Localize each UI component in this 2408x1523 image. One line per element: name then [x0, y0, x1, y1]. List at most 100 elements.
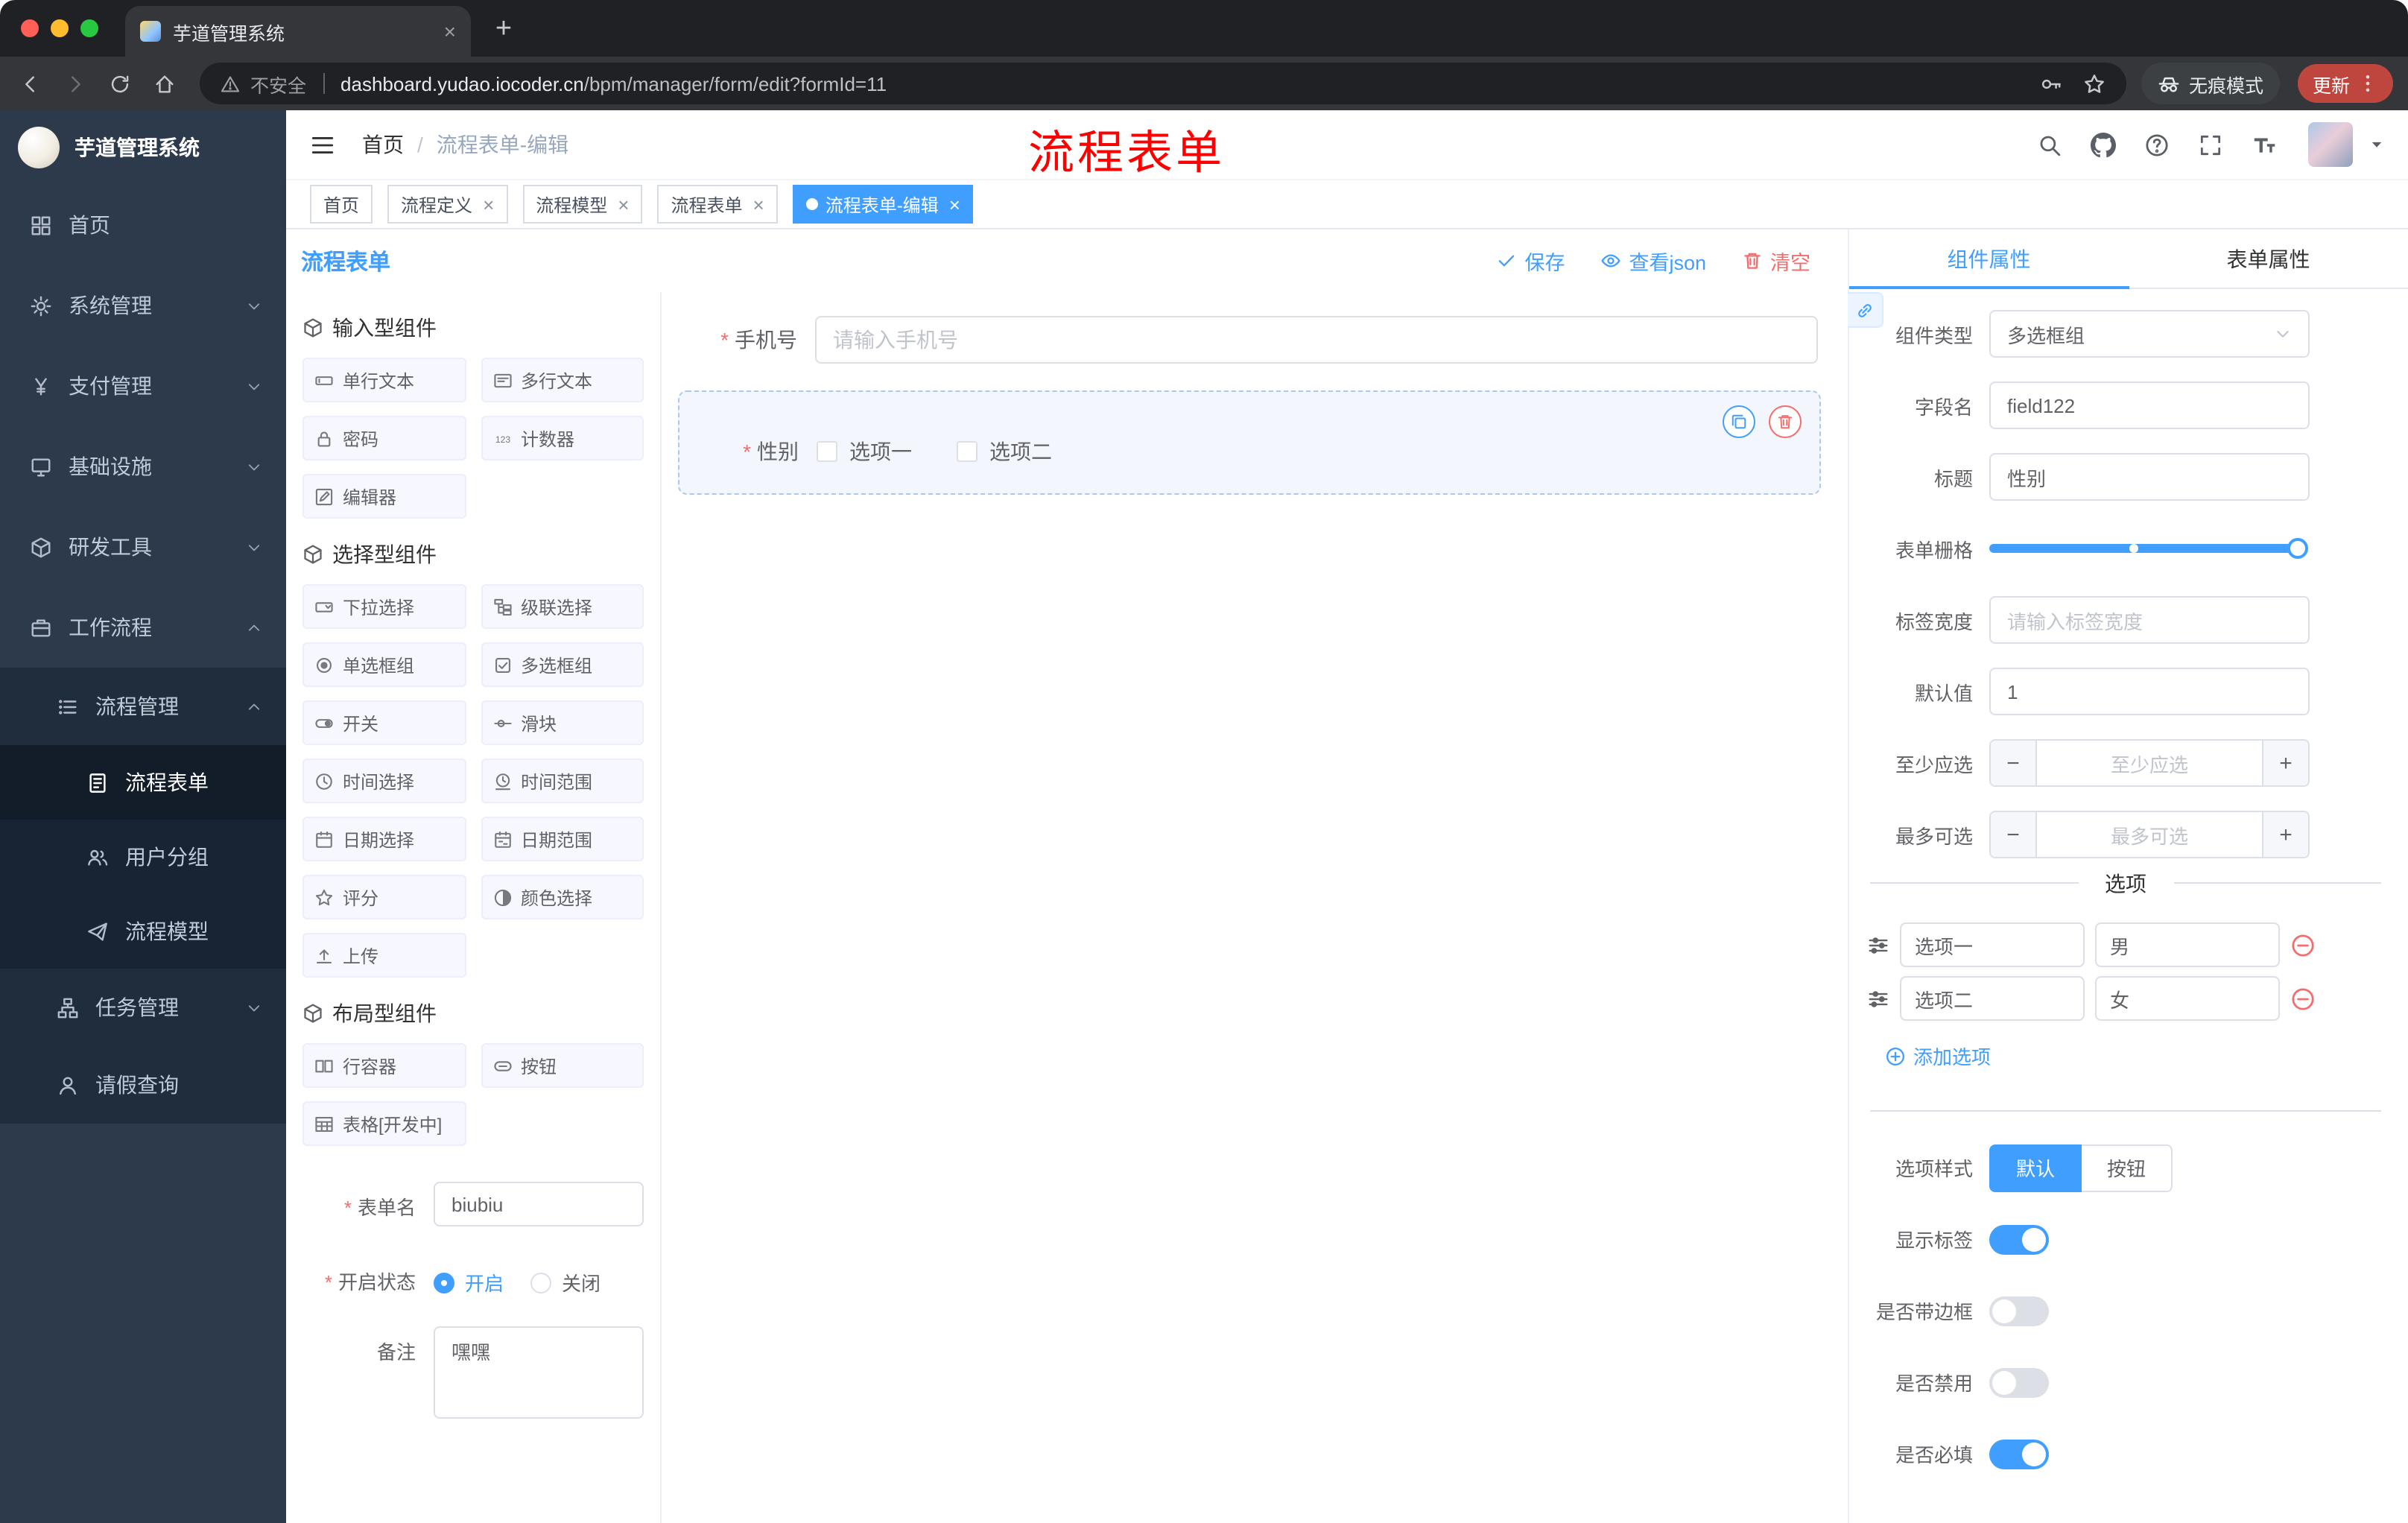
component-item-counter[interactable]: 123 计数器: [481, 416, 644, 460]
component-item-editor[interactable]: 编辑器: [302, 474, 466, 519]
forward-button[interactable]: [54, 63, 95, 104]
style-button-button[interactable]: 按钮: [2080, 1144, 2173, 1191]
avatar-caret-icon[interactable]: [2369, 137, 2384, 152]
grid-slider[interactable]: [1989, 525, 2310, 572]
update-button[interactable]: 更新: [2297, 64, 2393, 103]
copy-component-button[interactable]: [1723, 405, 1755, 438]
tag-process-model[interactable]: 流程模型 ×: [522, 185, 643, 224]
browser-menu-icon[interactable]: [2357, 73, 2378, 94]
component-item-multi-line-text[interactable]: 多行文本: [481, 358, 644, 402]
add-option-button[interactable]: 添加选项: [1885, 1042, 1991, 1070]
phone-input[interactable]: 请输入手机号: [815, 316, 1818, 364]
form-remark-textarea[interactable]: 嘿嘿: [434, 1326, 644, 1419]
link-icon[interactable]: [1848, 292, 1883, 328]
phone-field-row[interactable]: 手机号 请输入手机号: [678, 307, 1821, 373]
with-border-switch[interactable]: [1989, 1296, 2049, 1326]
address-bar[interactable]: 不安全 dashboard.yudao.iocoder.cn/bpm/manag…: [200, 63, 2126, 104]
browser-tab[interactable]: 芋道管理系统 ×: [125, 6, 471, 57]
title-input[interactable]: 性别: [1989, 453, 2310, 501]
tab-form-props[interactable]: 表单属性: [2129, 229, 2408, 288]
sidebar-item-process-model[interactable]: 流程模型: [0, 894, 286, 969]
window-zoom-button[interactable]: [80, 19, 98, 37]
sidebar-item-user-group[interactable]: 用户分组: [0, 820, 286, 894]
component-item-color-picker[interactable]: 颜色选择: [481, 875, 644, 919]
increase-button[interactable]: +: [2262, 812, 2308, 857]
style-default-button[interactable]: 默认: [1989, 1144, 2082, 1191]
component-item-rate[interactable]: 评分: [302, 875, 466, 919]
security-label[interactable]: 不安全: [250, 69, 306, 98]
fontsize-icon[interactable]: [2252, 132, 2277, 157]
field-name-input[interactable]: field122: [1989, 381, 2310, 429]
window-minimize-button[interactable]: [51, 19, 69, 37]
component-item-date-picker[interactable]: 日期选择: [302, 817, 466, 861]
back-button[interactable]: [9, 63, 51, 104]
star-icon[interactable]: [2083, 72, 2106, 95]
component-item-row-container[interactable]: 行容器: [302, 1043, 466, 1088]
github-icon[interactable]: [2091, 132, 2116, 157]
sidebar-item-process-form[interactable]: 流程表单: [0, 745, 286, 820]
component-item-time-range[interactable]: 时间范围: [481, 759, 644, 803]
component-item-table[interactable]: 表格[开发中]: [302, 1101, 466, 1146]
component-item-switch[interactable]: 开关: [302, 700, 466, 745]
help-icon[interactable]: [2144, 132, 2170, 157]
delete-component-button[interactable]: [1769, 405, 1802, 438]
sidebar-item-workflow[interactable]: 工作流程: [0, 587, 286, 668]
option-value-input[interactable]: 男: [2095, 922, 2280, 967]
decrease-button[interactable]: −: [1991, 741, 2037, 785]
tag-home[interactable]: 首页: [310, 185, 373, 224]
close-icon[interactable]: ×: [618, 193, 629, 215]
increase-button[interactable]: +: [2262, 741, 2308, 785]
home-button[interactable]: [143, 63, 185, 104]
remove-option-button[interactable]: [2290, 986, 2316, 1011]
slider-handle[interactable]: [2287, 538, 2308, 559]
remove-option-button[interactable]: [2290, 932, 2316, 957]
max-select-value[interactable]: 最多可选: [2037, 812, 2262, 857]
default-value-input[interactable]: 1: [1989, 668, 2310, 715]
key-icon[interactable]: [2040, 72, 2062, 95]
save-button[interactable]: 保存: [1496, 246, 1565, 276]
component-item-time-picker[interactable]: 时间选择: [302, 759, 466, 803]
clear-button[interactable]: 清空: [1742, 246, 1810, 276]
component-item-password[interactable]: 密码: [302, 416, 466, 460]
option-name-input[interactable]: 选项一: [1900, 922, 2085, 967]
component-item-radio-group[interactable]: 单选框组: [302, 642, 466, 687]
fullscreen-icon[interactable]: [2198, 132, 2223, 157]
hamburger-icon[interactable]: [310, 132, 335, 157]
min-select-value[interactable]: 至少应选: [2037, 741, 2262, 785]
sidebar-item-infrastructure[interactable]: 基础设施: [0, 426, 286, 507]
component-item-checkbox-group[interactable]: 多选框组: [481, 642, 644, 687]
breadcrumb-home[interactable]: 首页: [362, 130, 404, 159]
option-name-input[interactable]: 选项二: [1900, 976, 2085, 1021]
status-off-radio[interactable]: 关闭: [530, 1268, 601, 1296]
search-icon[interactable]: [2037, 132, 2062, 157]
user-avatar[interactable]: [2308, 122, 2353, 167]
component-item-slider[interactable]: 滑块: [481, 700, 644, 745]
tab-component-props[interactable]: 组件属性: [1849, 229, 2129, 289]
sidebar-item-payment-management[interactable]: 支付管理: [0, 346, 286, 426]
component-item-date-range[interactable]: 日期范围: [481, 817, 644, 861]
label-width-input[interactable]: 请输入标签宽度: [1989, 596, 2310, 644]
component-type-select[interactable]: 多选框组: [1989, 310, 2310, 358]
tag-process-definition[interactable]: 流程定义 ×: [387, 185, 508, 224]
sidebar-item-process-management[interactable]: 流程管理: [0, 668, 286, 745]
option-value-input[interactable]: 女: [2095, 976, 2280, 1021]
gender-field-item[interactable]: 性别 选项一 选项二: [678, 390, 1821, 495]
component-item-upload[interactable]: 上传: [302, 933, 466, 978]
reload-button[interactable]: [98, 63, 140, 104]
tab-close-icon[interactable]: ×: [444, 19, 456, 43]
tag-process-form[interactable]: 流程表单 ×: [657, 185, 778, 224]
view-json-button[interactable]: 查看json: [1600, 246, 1706, 276]
sidebar-item-dev-tools[interactable]: 研发工具: [0, 507, 286, 587]
component-item-select[interactable]: 下拉选择: [302, 584, 466, 629]
url-text[interactable]: dashboard.yudao.iocoder.cn/bpm/manager/f…: [340, 72, 887, 95]
close-icon[interactable]: ×: [949, 193, 960, 215]
component-item-single-line-text[interactable]: 单行文本: [302, 358, 466, 402]
show-label-switch[interactable]: [1989, 1224, 2049, 1254]
tag-process-form-edit[interactable]: 流程表单-编辑 ×: [792, 185, 974, 224]
close-icon[interactable]: ×: [753, 193, 764, 215]
decrease-button[interactable]: −: [1991, 812, 2037, 857]
gender-option-2-checkbox[interactable]: 选项二: [957, 437, 1052, 466]
close-icon[interactable]: ×: [483, 193, 494, 215]
window-close-button[interactable]: [21, 19, 39, 37]
sidebar-item-system-management[interactable]: 系统管理: [0, 265, 286, 346]
